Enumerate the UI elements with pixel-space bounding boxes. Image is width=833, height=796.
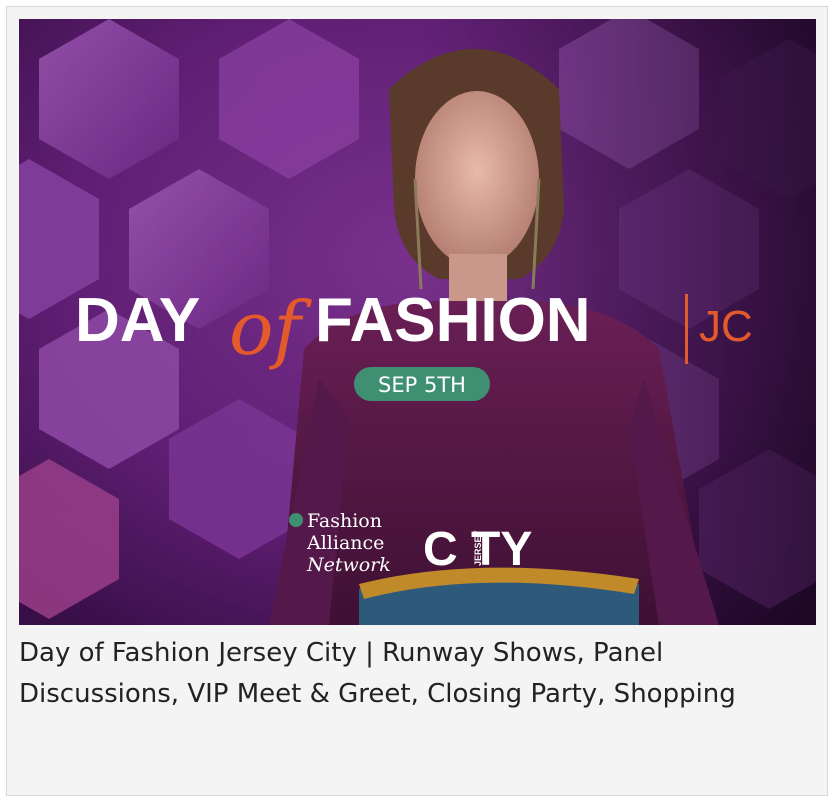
fan-line-3: Network [306, 554, 391, 576]
fan-emblem-icon [289, 513, 303, 527]
title-day: DAY [75, 286, 200, 355]
event-caption[interactable]: Day of Fashion Jersey City | Runway Show… [19, 633, 809, 715]
title-divider [685, 294, 688, 364]
fan-line-2: Alliance [306, 532, 384, 554]
date-text: SEP 5TH [378, 373, 466, 397]
date-badge: SEP 5TH [354, 367, 490, 401]
title-jc: JC [699, 302, 753, 351]
event-hero-image[interactable]: DAY of FASHION JC SEP 5TH Fashion Allian… [19, 19, 816, 625]
title-fashion: FASHION [315, 286, 591, 355]
jersey-city-logo: C TY JERSEY [423, 523, 532, 576]
fan-line-1: Fashion [307, 510, 382, 532]
city-logo-small: JERSEY [473, 530, 483, 566]
event-card[interactable]: DAY of FASHION JC SEP 5TH Fashion Allian… [6, 6, 828, 796]
hero-graphic: DAY of FASHION JC SEP 5TH Fashion Allian… [19, 19, 816, 625]
title-of: of [229, 286, 313, 372]
